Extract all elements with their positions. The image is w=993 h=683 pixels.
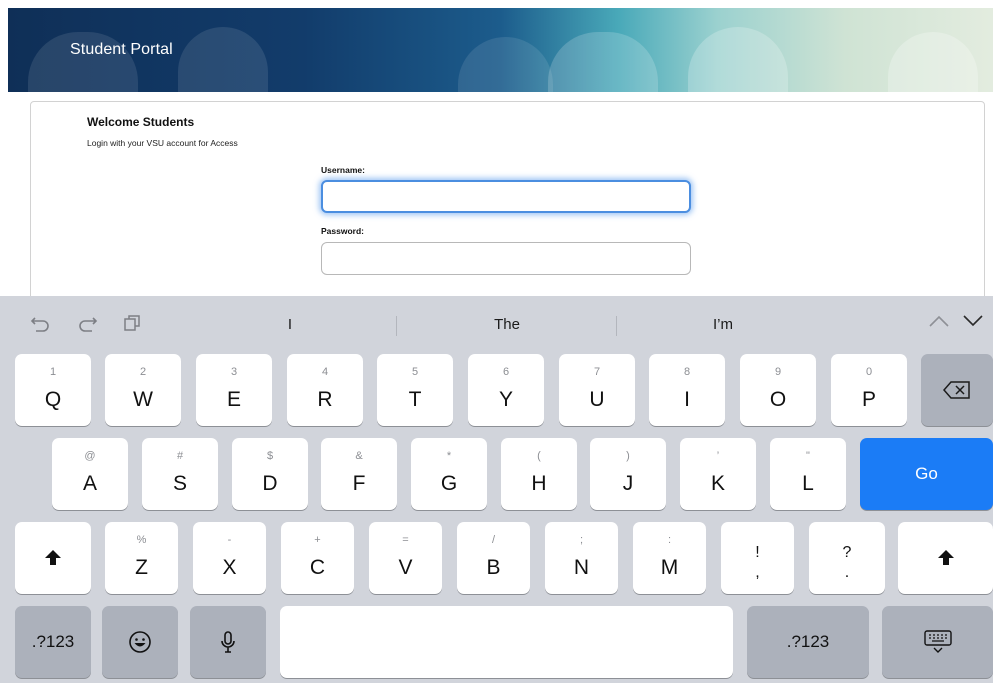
emoji-icon — [102, 606, 178, 678]
keyboard-dismiss-icon — [882, 606, 993, 678]
keyboard-dismiss-key[interactable] — [882, 606, 993, 678]
welcome-subtext: Login with your VSU account for Access — [87, 138, 238, 148]
key-z[interactable]: % Z — [105, 522, 178, 594]
emoji-key[interactable] — [102, 606, 178, 678]
key-s[interactable]: # S — [142, 438, 218, 510]
password-input[interactable] — [321, 242, 691, 275]
key-t[interactable]: 5T — [377, 354, 453, 426]
key-p[interactable]: 0P — [831, 354, 907, 426]
suggestion-item[interactable]: The — [432, 316, 582, 333]
key-y[interactable]: 6Y — [468, 354, 544, 426]
key-question-period[interactable]: ?. — [809, 522, 885, 594]
chevron-down-icon[interactable] — [962, 312, 984, 333]
key-m[interactable]: :M — [633, 522, 706, 594]
key-o[interactable]: 9O — [740, 354, 816, 426]
key-b[interactable]: / B — [457, 522, 530, 594]
key-f[interactable]: & F — [321, 438, 397, 510]
key-i[interactable]: 8I — [649, 354, 725, 426]
shift-icon — [15, 522, 91, 594]
username-input[interactable] — [321, 180, 691, 213]
key-d[interactable]: $ D — [232, 438, 308, 510]
numbers-key-right[interactable]: .?123 — [747, 606, 869, 678]
username-label: Username: — [321, 165, 365, 175]
go-button[interactable]: Go — [860, 438, 993, 510]
key-k[interactable]: ’ K — [680, 438, 756, 510]
suggestion-item[interactable]: I — [215, 316, 365, 333]
chevron-up-icon[interactable] — [928, 312, 950, 333]
key-e[interactable]: 3E — [196, 354, 272, 426]
delete-icon — [921, 354, 993, 426]
shift-icon — [898, 522, 993, 594]
key-g[interactable]: * G — [411, 438, 487, 510]
key-j[interactable]: ) J — [590, 438, 666, 510]
key-x[interactable]: -X — [193, 522, 266, 594]
onscreen-keyboard: I The I’m 1Q 2W 3E 4R 5T 6Y 7U 8I 9O 0P … — [0, 296, 993, 683]
shift-key-left[interactable] — [15, 522, 91, 594]
key-c[interactable]: + C — [281, 522, 354, 594]
key-u[interactable]: 7U — [559, 354, 635, 426]
key-l[interactable]: " L — [770, 438, 846, 510]
portal-banner: Student Portal — [8, 8, 993, 92]
redo-icon[interactable] — [78, 314, 98, 336]
key-a[interactable]: @ A — [52, 438, 128, 510]
welcome-heading: Welcome Students — [87, 115, 195, 129]
space-bar[interactable] — [280, 606, 733, 678]
undo-icon[interactable] — [30, 314, 50, 336]
suggestion-item[interactable]: I’m — [648, 316, 798, 333]
delete-key[interactable] — [921, 354, 993, 426]
key-r[interactable]: 4R — [287, 354, 363, 426]
key-v[interactable]: = V — [369, 522, 442, 594]
key-q[interactable]: 1Q — [15, 354, 91, 426]
portal-title: Student Portal — [70, 41, 173, 58]
dictation-key[interactable] — [190, 606, 266, 678]
shift-key-right[interactable] — [898, 522, 993, 594]
key-n[interactable]: ; N — [545, 522, 618, 594]
key-w[interactable]: 2W — [105, 354, 181, 426]
password-label: Password: — [321, 226, 364, 236]
key-h[interactable]: (H — [501, 438, 577, 510]
microphone-icon — [190, 606, 266, 678]
key-exclamation-comma[interactable]: !, — [721, 522, 794, 594]
suggestion-bar: I The I’m — [0, 296, 993, 352]
numbers-key-left[interactable]: .?123 — [15, 606, 91, 678]
paste-icon[interactable] — [123, 314, 141, 336]
